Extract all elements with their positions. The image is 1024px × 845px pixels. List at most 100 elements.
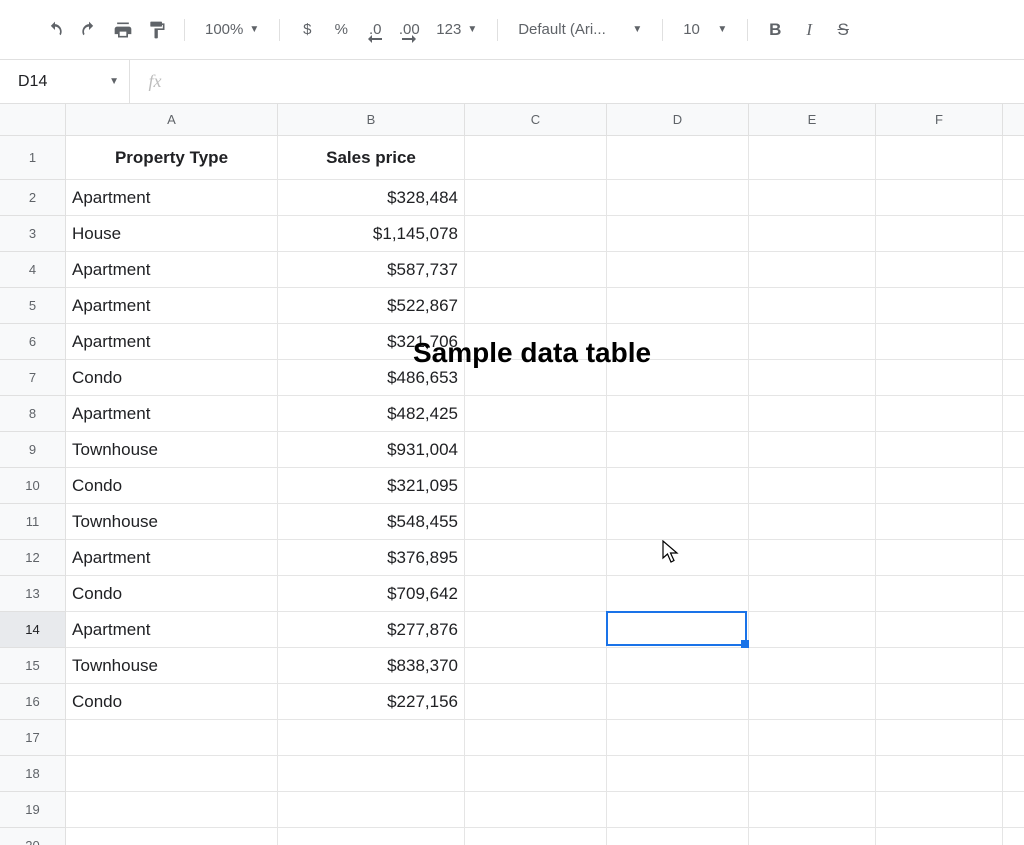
row-header-17[interactable]: 17	[0, 720, 66, 756]
cell-G10[interactable]	[1003, 468, 1024, 504]
cell-G1[interactable]	[1003, 136, 1024, 180]
undo-button[interactable]	[40, 15, 70, 45]
cell-C4[interactable]	[465, 252, 607, 288]
cell-D20[interactable]	[607, 828, 749, 845]
cell-G7[interactable]	[1003, 360, 1024, 396]
cell-F4[interactable]	[876, 252, 1003, 288]
cell-E4[interactable]	[749, 252, 876, 288]
cell-D7[interactable]	[607, 360, 749, 396]
row-header-19[interactable]: 19	[0, 792, 66, 828]
cell-C13[interactable]	[465, 576, 607, 612]
select-all-corner[interactable]	[0, 104, 66, 136]
column-header-C[interactable]: C	[465, 104, 607, 136]
cell-F9[interactable]	[876, 432, 1003, 468]
cell-C11[interactable]	[465, 504, 607, 540]
cell-G3[interactable]	[1003, 216, 1024, 252]
cell-B4[interactable]: $587,737	[278, 252, 465, 288]
cell-F18[interactable]	[876, 756, 1003, 792]
column-header-E[interactable]: E	[749, 104, 876, 136]
cell-G2[interactable]	[1003, 180, 1024, 216]
row-header-9[interactable]: 9	[0, 432, 66, 468]
cell-C3[interactable]	[465, 216, 607, 252]
row-header-5[interactable]: 5	[0, 288, 66, 324]
row-header-4[interactable]: 4	[0, 252, 66, 288]
cell-E5[interactable]	[749, 288, 876, 324]
cell-A12[interactable]: Apartment	[66, 540, 278, 576]
cell-A20[interactable]	[66, 828, 278, 845]
cell-C19[interactable]	[465, 792, 607, 828]
cell-B9[interactable]: $931,004	[278, 432, 465, 468]
cell-B6[interactable]: $321,706	[278, 324, 465, 360]
cell-C20[interactable]	[465, 828, 607, 845]
cell-G14[interactable]	[1003, 612, 1024, 648]
print-button[interactable]	[108, 15, 138, 45]
row-header-2[interactable]: 2	[0, 180, 66, 216]
paint-format-button[interactable]	[142, 15, 172, 45]
cell-F7[interactable]	[876, 360, 1003, 396]
cell-name-box[interactable]: D14 ▼	[0, 60, 130, 103]
row-header-13[interactable]: 13	[0, 576, 66, 612]
cell-B11[interactable]: $548,455	[278, 504, 465, 540]
row-header-1[interactable]: 1	[0, 136, 66, 180]
font-size-dropdown[interactable]: 10 ▼	[675, 15, 735, 45]
cell-C16[interactable]	[465, 684, 607, 720]
cell-E9[interactable]	[749, 432, 876, 468]
cell-D15[interactable]	[607, 648, 749, 684]
format-percent-button[interactable]: %	[326, 15, 356, 45]
cell-E13[interactable]	[749, 576, 876, 612]
cell-A3[interactable]: House	[66, 216, 278, 252]
cell-D10[interactable]	[607, 468, 749, 504]
cell-E14[interactable]	[749, 612, 876, 648]
cell-F10[interactable]	[876, 468, 1003, 504]
cell-C5[interactable]	[465, 288, 607, 324]
cell-C1[interactable]	[465, 136, 607, 180]
cell-A10[interactable]: Condo	[66, 468, 278, 504]
cell-A13[interactable]: Condo	[66, 576, 278, 612]
cell-A17[interactable]	[66, 720, 278, 756]
cell-D19[interactable]	[607, 792, 749, 828]
cell-G11[interactable]	[1003, 504, 1024, 540]
cell-D4[interactable]	[607, 252, 749, 288]
cell-B12[interactable]: $376,895	[278, 540, 465, 576]
cell-G18[interactable]	[1003, 756, 1024, 792]
cell-A19[interactable]	[66, 792, 278, 828]
cell-A7[interactable]: Condo	[66, 360, 278, 396]
cell-E16[interactable]	[749, 684, 876, 720]
decrease-decimal-button[interactable]: .0	[360, 15, 390, 45]
cell-C7[interactable]	[465, 360, 607, 396]
cell-F15[interactable]	[876, 648, 1003, 684]
column-header-B[interactable]: B	[278, 104, 465, 136]
cell-F6[interactable]	[876, 324, 1003, 360]
cell-E8[interactable]	[749, 396, 876, 432]
cell-A11[interactable]: Townhouse	[66, 504, 278, 540]
row-header-16[interactable]: 16	[0, 684, 66, 720]
cell-E12[interactable]	[749, 540, 876, 576]
cell-E1[interactable]	[749, 136, 876, 180]
formula-input[interactable]	[180, 60, 1024, 103]
row-header-15[interactable]: 15	[0, 648, 66, 684]
cell-B8[interactable]: $482,425	[278, 396, 465, 432]
row-header-14[interactable]: 14	[0, 612, 66, 648]
cell-E6[interactable]	[749, 324, 876, 360]
cell-G4[interactable]	[1003, 252, 1024, 288]
cell-D13[interactable]	[607, 576, 749, 612]
cell-B15[interactable]: $838,370	[278, 648, 465, 684]
cell-D12[interactable]	[607, 540, 749, 576]
cell-B14[interactable]: $277,876	[278, 612, 465, 648]
cell-B3[interactable]: $1,145,078	[278, 216, 465, 252]
cell-E19[interactable]	[749, 792, 876, 828]
cell-D5[interactable]	[607, 288, 749, 324]
row-header-11[interactable]: 11	[0, 504, 66, 540]
cell-G13[interactable]	[1003, 576, 1024, 612]
cell-B18[interactable]	[278, 756, 465, 792]
cell-G15[interactable]	[1003, 648, 1024, 684]
cell-E18[interactable]	[749, 756, 876, 792]
cell-B5[interactable]: $522,867	[278, 288, 465, 324]
column-header-D[interactable]: D	[607, 104, 749, 136]
cell-A5[interactable]: Apartment	[66, 288, 278, 324]
cell-D16[interactable]	[607, 684, 749, 720]
cell-F17[interactable]	[876, 720, 1003, 756]
cell-E15[interactable]	[749, 648, 876, 684]
cell-D11[interactable]	[607, 504, 749, 540]
row-header-12[interactable]: 12	[0, 540, 66, 576]
